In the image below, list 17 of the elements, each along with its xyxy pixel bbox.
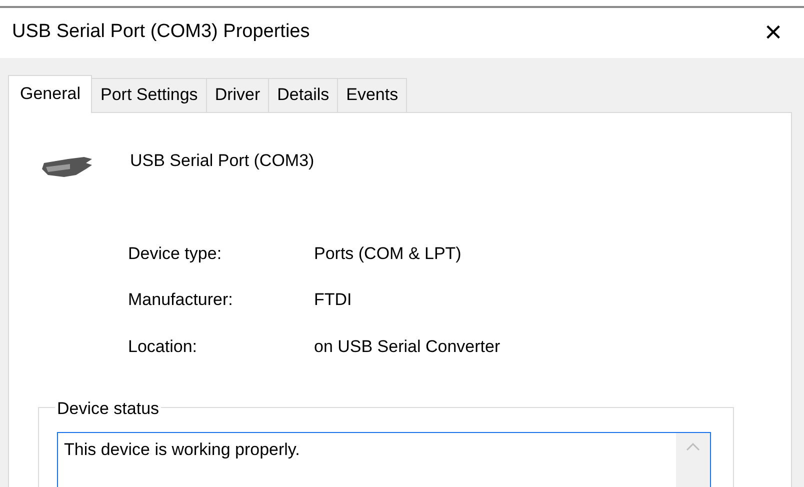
tab[interactable]: Driver [206, 78, 270, 112]
tab[interactable]: Events [338, 78, 408, 112]
property-label: Device type: [128, 242, 223, 264]
tab[interactable]: Details [269, 78, 338, 112]
property-label: Location: [128, 336, 198, 358]
status-text-area[interactable]: This device is working properly. [57, 432, 711, 487]
scroll-up-icon[interactable] [686, 443, 700, 451]
tab[interactable]: General [8, 74, 92, 112]
tab[interactable]: Port Settings [92, 78, 207, 112]
property-value: on USB Serial Converter [314, 336, 500, 358]
window-title: USB Serial Port (COM3) Properties [12, 20, 310, 44]
property-value: Ports (COM & LPT) [314, 242, 462, 264]
property-value: FTDI [314, 289, 352, 311]
status-text: This device is working properly. [63, 439, 301, 461]
property-label: Manufacturer: [128, 289, 234, 311]
device-name: USB Serial Port (COM3) [130, 150, 314, 172]
close-button[interactable]: × [764, 18, 782, 48]
